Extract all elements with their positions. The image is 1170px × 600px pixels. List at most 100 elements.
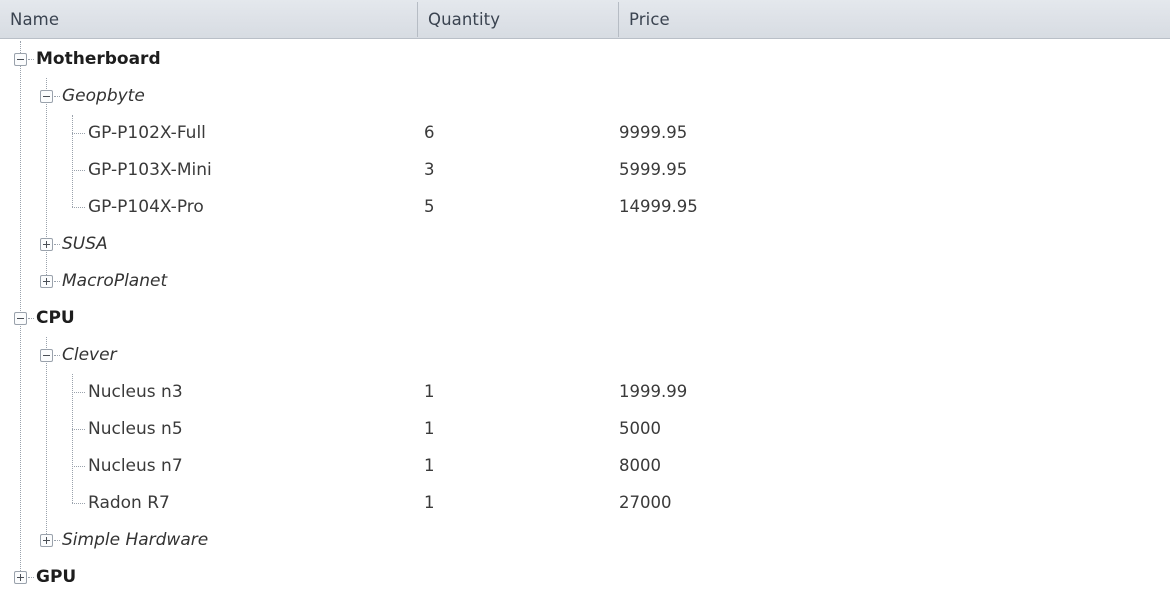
tree-connector-icon xyxy=(54,244,60,246)
tree-row[interactable]: Nucleus n3 1 1999.99 xyxy=(0,374,1170,411)
cell-price-value: 9999.95 xyxy=(619,123,688,143)
column-header-label-price: Price xyxy=(629,9,670,29)
minus-box-icon[interactable] xyxy=(40,349,53,362)
column-resize-handle-2[interactable] xyxy=(618,2,619,37)
tree-row[interactable]: Geopbyte xyxy=(0,78,1170,115)
cell-price xyxy=(619,263,919,300)
cell-price-value: 1999.99 xyxy=(619,382,688,402)
tree-row[interactable]: SUSA xyxy=(0,226,1170,263)
cell-quantity: 6 xyxy=(418,115,618,152)
cell-quantity-value: 1 xyxy=(424,382,435,402)
tree-connector-icon xyxy=(54,281,60,283)
tree-row[interactable]: Radon R7 1 27000 xyxy=(0,485,1170,522)
cell-price: 5999.95 xyxy=(619,152,919,189)
tree-connector-icon xyxy=(28,318,34,320)
tree-connector-icon xyxy=(28,59,34,61)
cell-quantity-value: 1 xyxy=(424,456,435,476)
cell-price xyxy=(619,559,919,596)
minus-box-icon[interactable] xyxy=(40,90,53,103)
cell-price-value: 5000 xyxy=(619,419,661,439)
tree-node-gpu[interactable]: GPU xyxy=(0,559,417,596)
cell-quantity xyxy=(418,559,618,596)
tree-node-label: SUSA xyxy=(62,234,108,254)
plus-box-icon[interactable] xyxy=(40,534,53,547)
tree-node-label: GP-P104X-Pro xyxy=(88,197,204,217)
column-header-label-quantity: Quantity xyxy=(428,9,501,29)
tree-node-gp-p103x-mini[interactable]: GP-P103X-Mini xyxy=(0,152,417,189)
cell-quantity xyxy=(418,263,618,300)
cell-quantity-value: 1 xyxy=(424,493,435,513)
column-header-quantity[interactable]: Quantity xyxy=(418,0,618,38)
cell-quantity: 1 xyxy=(418,448,618,485)
tree-node-nucleus-n5[interactable]: Nucleus n5 xyxy=(0,411,417,448)
tree-row[interactable]: CPU xyxy=(0,300,1170,337)
tree-row[interactable]: MacroPlanet xyxy=(0,263,1170,300)
tree-node-nucleus-n3[interactable]: Nucleus n3 xyxy=(0,374,417,411)
tree-node-nucleus-n7[interactable]: Nucleus n7 xyxy=(0,448,417,485)
plus-box-icon[interactable] xyxy=(40,238,53,251)
tree-node-label: Clever xyxy=(62,345,117,365)
tree-connector-icon xyxy=(54,355,60,357)
cell-price xyxy=(619,337,919,374)
tree-node-label: Geopbyte xyxy=(62,86,145,106)
tree-node-cpu[interactable]: CPU xyxy=(0,300,417,337)
plus-box-icon[interactable] xyxy=(14,571,27,584)
tree-row[interactable]: GP-P103X-Mini 3 5999.95 xyxy=(0,152,1170,189)
cell-price: 27000 xyxy=(619,485,919,522)
tree-node-label: GP-P102X-Full xyxy=(88,123,206,143)
tree-node-label: Nucleus n7 xyxy=(88,456,183,476)
cell-price xyxy=(619,78,919,115)
column-resize-handle-1[interactable] xyxy=(417,2,418,37)
tree-node-label: MacroPlanet xyxy=(62,271,168,291)
tree-node-geopbyte[interactable]: Geopbyte xyxy=(0,78,417,115)
tree-connector-icon xyxy=(72,392,85,394)
cell-quantity xyxy=(418,522,618,559)
tree-node-simple-hardware[interactable]: Simple Hardware xyxy=(0,522,417,559)
tree-node-label: Simple Hardware xyxy=(62,530,209,550)
tree-row[interactable]: Nucleus n5 1 5000 xyxy=(0,411,1170,448)
tree-row[interactable]: GP-P102X-Full 6 9999.95 xyxy=(0,115,1170,152)
tree-connector-icon xyxy=(72,133,85,135)
tree-node-label: Nucleus n5 xyxy=(88,419,183,439)
tree-node-macroplanet[interactable]: MacroPlanet xyxy=(0,263,417,300)
cell-price-value: 8000 xyxy=(619,456,661,476)
tree-row[interactable]: Motherboard xyxy=(0,41,1170,78)
tree-row[interactable]: Clever xyxy=(0,337,1170,374)
cell-price xyxy=(619,41,919,78)
cell-quantity-value: 3 xyxy=(424,160,435,180)
cell-quantity-value: 5 xyxy=(424,197,435,217)
tree-row[interactable]: Nucleus n7 1 8000 xyxy=(0,448,1170,485)
tree-row[interactable]: GP-P104X-Pro 5 14999.95 xyxy=(0,189,1170,226)
tree-connector-icon xyxy=(28,577,34,579)
tree-body: Motherboard Geopbyte GP-P102X-Full 6 9999.95… xyxy=(0,39,1170,600)
tree-node-motherboard[interactable]: Motherboard xyxy=(0,41,417,78)
cell-quantity xyxy=(418,41,618,78)
cell-quantity-value: 6 xyxy=(424,123,435,143)
minus-box-icon[interactable] xyxy=(14,53,27,66)
tree-connector-icon xyxy=(72,170,85,172)
cell-quantity: 3 xyxy=(418,152,618,189)
plus-box-icon[interactable] xyxy=(40,275,53,288)
tree-node-label: Radon R7 xyxy=(88,493,170,513)
cell-price-value: 27000 xyxy=(619,493,672,513)
tree-node-radon-r7[interactable]: Radon R7 xyxy=(0,485,417,522)
cell-price-value: 5999.95 xyxy=(619,160,688,180)
tree-node-clever[interactable]: Clever xyxy=(0,337,417,374)
cell-quantity xyxy=(418,300,618,337)
cell-quantity: 5 xyxy=(418,189,618,226)
column-header-name[interactable]: Name xyxy=(0,0,417,38)
tree-node-susa[interactable]: SUSA xyxy=(0,226,417,263)
tree-node-gp-p102x-full[interactable]: GP-P102X-Full xyxy=(0,115,417,152)
cell-price: 1999.99 xyxy=(619,374,919,411)
tree-connector-icon xyxy=(72,503,85,505)
cell-price-value: 14999.95 xyxy=(619,197,698,217)
column-header-price[interactable]: Price xyxy=(619,0,1170,38)
tree-connector-icon xyxy=(72,466,85,468)
tree-row[interactable]: GPU xyxy=(0,559,1170,596)
minus-box-icon[interactable] xyxy=(14,312,27,325)
tree-node-label: CPU xyxy=(36,308,75,328)
tree-connector-icon xyxy=(54,540,60,542)
tree-node-gp-p104x-pro[interactable]: GP-P104X-Pro xyxy=(0,189,417,226)
tree-connector-icon xyxy=(54,96,60,98)
tree-row[interactable]: Simple Hardware xyxy=(0,522,1170,559)
